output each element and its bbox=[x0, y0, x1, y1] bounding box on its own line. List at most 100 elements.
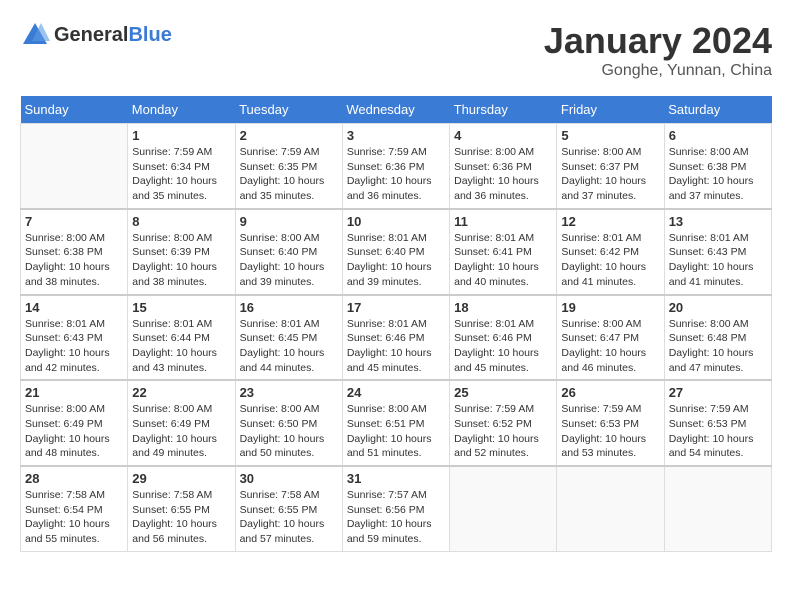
logo-general: General bbox=[54, 24, 128, 46]
calendar-cell: 9 Sunrise: 8:00 AM Sunset: 6:40 PM Daylig… bbox=[235, 209, 342, 295]
calendar-cell bbox=[21, 124, 128, 209]
day-number: 17 bbox=[347, 300, 445, 315]
calendar-cell: 18 Sunrise: 8:01 AM Sunset: 6:46 PM Dayli… bbox=[450, 295, 557, 381]
calendar-cell: 1 Sunrise: 7:59 AM Sunset: 6:34 PM Daylig… bbox=[128, 124, 235, 209]
weekday-header: Saturday bbox=[664, 96, 771, 124]
calendar-cell: 22Sunrise: 8:00 AM Sunset: 6:49 PM Dayli… bbox=[128, 380, 235, 466]
weekday-header: Wednesday bbox=[342, 96, 449, 124]
calendar-cell: 2 Sunrise: 7:59 AM Sunset: 6:35 PM Daylig… bbox=[235, 124, 342, 209]
logo-blue: Blue bbox=[128, 24, 171, 46]
calendar-cell: 15 Sunrise: 8:01 AM Sunset: 6:44 PM Dayli… bbox=[128, 295, 235, 381]
day-number: 31 bbox=[347, 471, 445, 486]
day-info: Sunrise: 8:01 AM Sunset: 6:45 PM Dayligh… bbox=[240, 317, 338, 376]
weekday-header: Sunday bbox=[21, 96, 128, 124]
calendar-cell: 30Sunrise: 7:58 AM Sunset: 6:55 PM Dayli… bbox=[235, 466, 342, 551]
calendar: SundayMondayTuesdayWednesdayThursdayFrid… bbox=[20, 96, 772, 552]
day-info: Sunrise: 7:59 AM Sunset: 6:53 PM Dayligh… bbox=[669, 402, 767, 461]
day-number: 20 bbox=[669, 300, 767, 315]
title-area: January 2024 Gonghe, Yunnan, China bbox=[544, 20, 772, 80]
day-info: Sunrise: 7:59 AM Sunset: 6:35 PM Dayligh… bbox=[240, 145, 338, 204]
day-info: Sunrise: 8:00 AM Sunset: 6:50 PM Dayligh… bbox=[240, 402, 338, 461]
day-info: Sunrise: 7:59 AM Sunset: 6:36 PM Dayligh… bbox=[347, 145, 445, 204]
day-number: 7 bbox=[25, 214, 123, 229]
day-info: Sunrise: 8:01 AM Sunset: 6:44 PM Dayligh… bbox=[132, 317, 230, 376]
day-number: 30 bbox=[240, 471, 338, 486]
header: GeneralBlue January 2024 Gonghe, Yunnan,… bbox=[20, 20, 772, 80]
day-number: 3 bbox=[347, 128, 445, 143]
calendar-cell: 26 Sunrise: 7:59 AM Sunset: 6:53 PM Dayli… bbox=[557, 380, 664, 466]
day-info: Sunrise: 8:00 AM Sunset: 6:40 PM Dayligh… bbox=[240, 231, 338, 290]
calendar-cell: 25 Sunrise: 7:59 AM Sunset: 6:52 PM Dayli… bbox=[450, 380, 557, 466]
calendar-cell: 10Sunrise: 8:01 AM Sunset: 6:40 PM Dayli… bbox=[342, 209, 449, 295]
calendar-cell: 29 Sunrise: 7:58 AM Sunset: 6:55 PM Dayli… bbox=[128, 466, 235, 551]
day-number: 13 bbox=[669, 214, 767, 229]
day-number: 19 bbox=[561, 300, 659, 315]
logo: GeneralBlue bbox=[20, 20, 172, 50]
day-number: 11 bbox=[454, 214, 552, 229]
day-info: Sunrise: 8:01 AM Sunset: 6:42 PM Dayligh… bbox=[561, 231, 659, 290]
calendar-cell: 17 Sunrise: 8:01 AM Sunset: 6:46 PM Dayli… bbox=[342, 295, 449, 381]
day-number: 6 bbox=[669, 128, 767, 143]
calendar-cell: 24 Sunrise: 8:00 AM Sunset: 6:51 PM Dayli… bbox=[342, 380, 449, 466]
day-number: 18 bbox=[454, 300, 552, 315]
day-number: 22 bbox=[132, 385, 230, 400]
day-number: 21 bbox=[25, 385, 123, 400]
day-info: Sunrise: 8:01 AM Sunset: 6:46 PM Dayligh… bbox=[454, 317, 552, 376]
day-info: Sunrise: 8:01 AM Sunset: 6:43 PM Dayligh… bbox=[25, 317, 123, 376]
logo-icon bbox=[20, 20, 50, 50]
day-info: Sunrise: 8:00 AM Sunset: 6:38 PM Dayligh… bbox=[669, 145, 767, 204]
calendar-cell bbox=[664, 466, 771, 551]
calendar-cell: 16 Sunrise: 8:01 AM Sunset: 6:45 PM Dayli… bbox=[235, 295, 342, 381]
calendar-cell: 8Sunrise: 8:00 AM Sunset: 6:39 PM Daylig… bbox=[128, 209, 235, 295]
day-number: 5 bbox=[561, 128, 659, 143]
calendar-cell: 3 Sunrise: 7:59 AM Sunset: 6:36 PM Daylig… bbox=[342, 124, 449, 209]
calendar-cell: 21 Sunrise: 8:00 AM Sunset: 6:49 PM Dayli… bbox=[21, 380, 128, 466]
day-number: 2 bbox=[240, 128, 338, 143]
weekday-header: Monday bbox=[128, 96, 235, 124]
month-title: January 2024 bbox=[544, 20, 772, 62]
day-number: 1 bbox=[132, 128, 230, 143]
day-number: 14 bbox=[25, 300, 123, 315]
day-info: Sunrise: 7:57 AM Sunset: 6:56 PM Dayligh… bbox=[347, 488, 445, 547]
calendar-cell: 13 Sunrise: 8:01 AM Sunset: 6:43 PM Dayli… bbox=[664, 209, 771, 295]
day-number: 8 bbox=[132, 214, 230, 229]
day-info: Sunrise: 7:59 AM Sunset: 6:52 PM Dayligh… bbox=[454, 402, 552, 461]
calendar-cell: 28Sunrise: 7:58 AM Sunset: 6:54 PM Dayli… bbox=[21, 466, 128, 551]
day-number: 26 bbox=[561, 385, 659, 400]
calendar-cell: 23 Sunrise: 8:00 AM Sunset: 6:50 PM Dayli… bbox=[235, 380, 342, 466]
day-info: Sunrise: 8:00 AM Sunset: 6:51 PM Dayligh… bbox=[347, 402, 445, 461]
day-number: 23 bbox=[240, 385, 338, 400]
weekday-header: Friday bbox=[557, 96, 664, 124]
day-info: Sunrise: 8:01 AM Sunset: 6:46 PM Dayligh… bbox=[347, 317, 445, 376]
day-number: 15 bbox=[132, 300, 230, 315]
day-number: 16 bbox=[240, 300, 338, 315]
day-number: 24 bbox=[347, 385, 445, 400]
day-info: Sunrise: 8:00 AM Sunset: 6:49 PM Dayligh… bbox=[25, 402, 123, 461]
calendar-cell: 4Sunrise: 8:00 AM Sunset: 6:36 PM Daylig… bbox=[450, 124, 557, 209]
day-info: Sunrise: 8:00 AM Sunset: 6:48 PM Dayligh… bbox=[669, 317, 767, 376]
calendar-cell: 14 Sunrise: 8:01 AM Sunset: 6:43 PM Dayli… bbox=[21, 295, 128, 381]
calendar-week-row: 21 Sunrise: 8:00 AM Sunset: 6:49 PM Dayli… bbox=[21, 380, 772, 466]
location-title: Gonghe, Yunnan, China bbox=[544, 62, 772, 80]
day-info: Sunrise: 7:58 AM Sunset: 6:55 PM Dayligh… bbox=[132, 488, 230, 547]
day-info: Sunrise: 8:01 AM Sunset: 6:43 PM Dayligh… bbox=[669, 231, 767, 290]
calendar-cell: 31 Sunrise: 7:57 AM Sunset: 6:56 PM Dayli… bbox=[342, 466, 449, 551]
calendar-cell: 19 Sunrise: 8:00 AM Sunset: 6:47 PM Dayli… bbox=[557, 295, 664, 381]
day-number: 29 bbox=[132, 471, 230, 486]
calendar-week-row: 14 Sunrise: 8:01 AM Sunset: 6:43 PM Dayli… bbox=[21, 295, 772, 381]
calendar-week-row: 7 Sunrise: 8:00 AM Sunset: 6:38 PM Daylig… bbox=[21, 209, 772, 295]
day-number: 12 bbox=[561, 214, 659, 229]
day-number: 9 bbox=[240, 214, 338, 229]
calendar-cell bbox=[557, 466, 664, 551]
day-info: Sunrise: 7:59 AM Sunset: 6:53 PM Dayligh… bbox=[561, 402, 659, 461]
day-info: Sunrise: 8:00 AM Sunset: 6:38 PM Dayligh… bbox=[25, 231, 123, 290]
calendar-cell: 7 Sunrise: 8:00 AM Sunset: 6:38 PM Daylig… bbox=[21, 209, 128, 295]
calendar-header-row: SundayMondayTuesdayWednesdayThursdayFrid… bbox=[21, 96, 772, 124]
day-info: Sunrise: 8:00 AM Sunset: 6:47 PM Dayligh… bbox=[561, 317, 659, 376]
day-info: Sunrise: 7:58 AM Sunset: 6:54 PM Dayligh… bbox=[25, 488, 123, 547]
calendar-cell: 6 Sunrise: 8:00 AM Sunset: 6:38 PM Daylig… bbox=[664, 124, 771, 209]
day-number: 25 bbox=[454, 385, 552, 400]
calendar-cell: 5Sunrise: 8:00 AM Sunset: 6:37 PM Daylig… bbox=[557, 124, 664, 209]
day-info: Sunrise: 7:59 AM Sunset: 6:34 PM Dayligh… bbox=[132, 145, 230, 204]
weekday-header: Tuesday bbox=[235, 96, 342, 124]
